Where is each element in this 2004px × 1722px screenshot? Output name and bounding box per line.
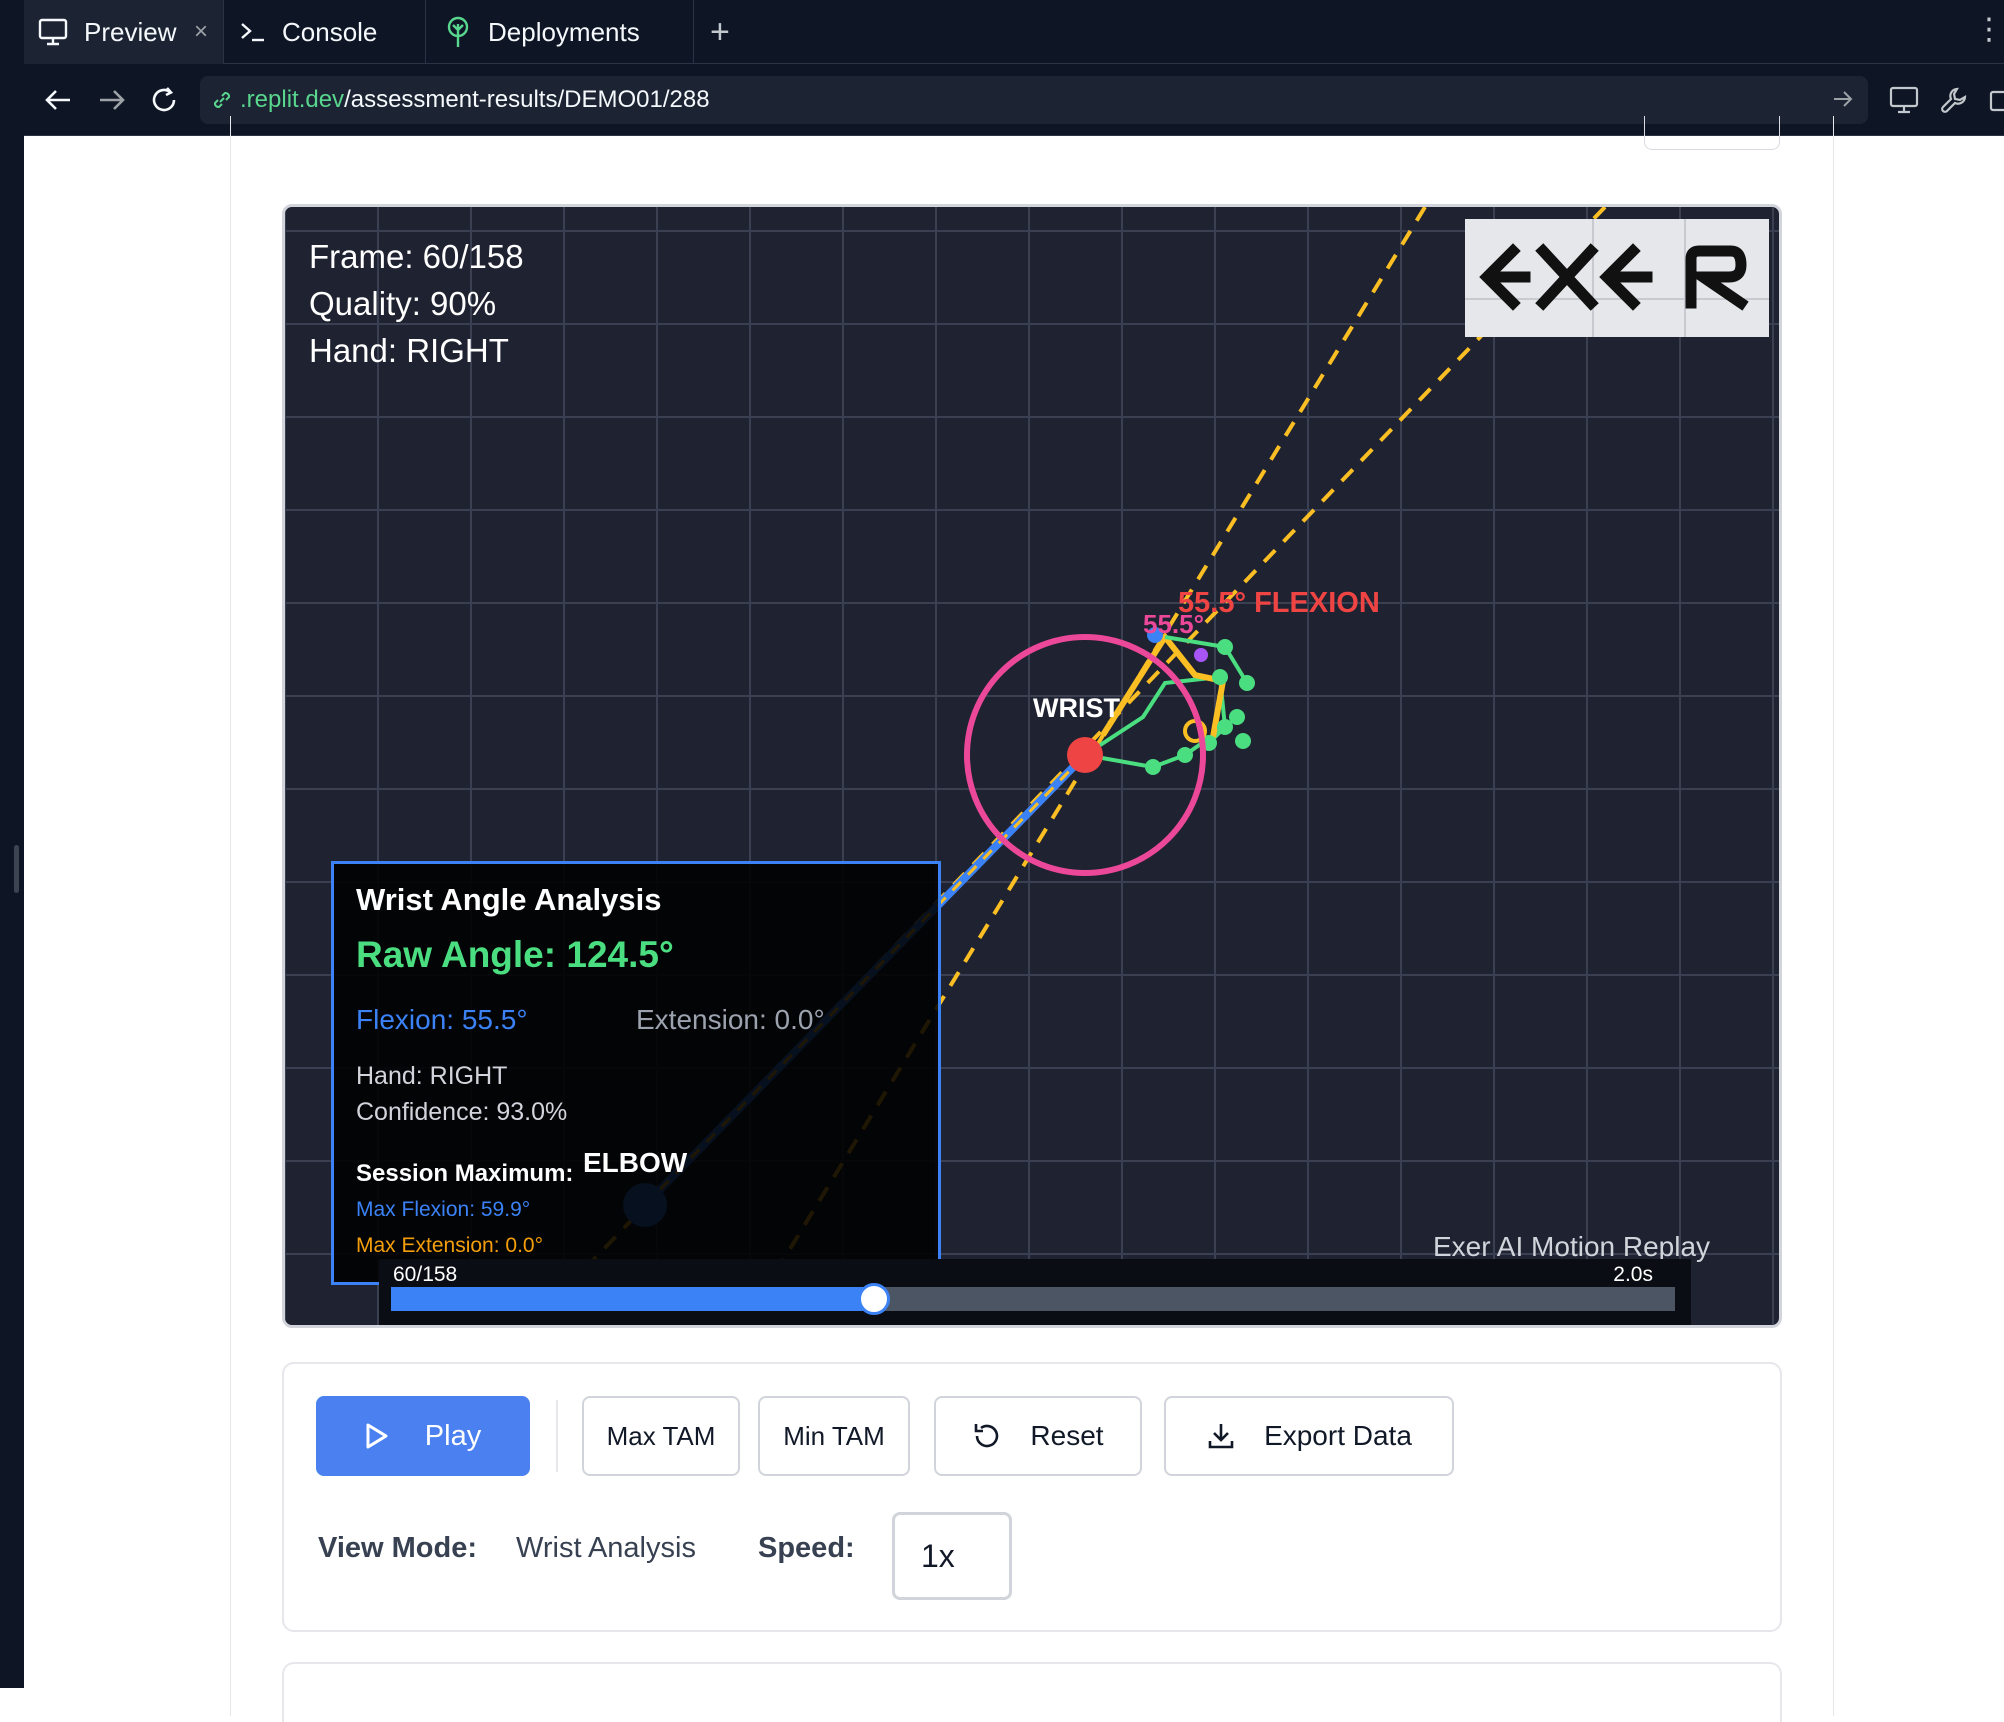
max-tam-button[interactable]: Max TAM <box>582 1396 740 1476</box>
timeline-thumb[interactable] <box>857 1283 890 1315</box>
analysis-hand: Hand: RIGHT <box>356 1062 508 1090</box>
speed-label: Speed: <box>758 1532 855 1564</box>
play-icon <box>365 1422 389 1450</box>
header-button[interactable] <box>1644 116 1780 150</box>
download-icon <box>1206 1421 1236 1451</box>
tab-deployments[interactable]: Deployments <box>426 0 694 64</box>
tab-console[interactable]: Console <box>224 0 426 64</box>
scrubber-frame: 60/158 <box>393 1263 458 1286</box>
raw-angle: Raw Angle: 124.5° <box>356 934 674 975</box>
min-tam-button[interactable]: Min TAM <box>758 1396 910 1476</box>
playback-controls: Play Max TAM Min TAM Reset Export Data V… <box>282 1362 1782 1632</box>
forward-arrow-icon[interactable] <box>94 82 130 118</box>
wrist-label: WRIST <box>1033 693 1120 723</box>
hand-readout: Hand: RIGHT <box>309 332 509 369</box>
reset-button[interactable]: Reset <box>934 1396 1142 1476</box>
tab-preview-label: Preview <box>84 16 177 47</box>
scrubber-time: 2.0s <box>1613 1263 1653 1286</box>
back-arrow-icon[interactable] <box>40 82 76 118</box>
url-host: .replit.dev <box>240 86 345 113</box>
flexion-angle-marker: 55.5° <box>1143 609 1205 639</box>
view-mode-label: View Mode: <box>318 1532 477 1564</box>
play-label: Play <box>424 1419 482 1452</box>
page-content: Frame: 60/158 Quality: 90% Hand: RIGHT 5… <box>24 116 2004 1722</box>
timeline-scrubber[interactable]: 60/158 2.0s <box>379 1259 1691 1325</box>
elbow-label: ELBOW <box>583 1147 688 1178</box>
next-section-card <box>282 1662 1782 1722</box>
export-data-button[interactable]: Export Data <box>1164 1396 1454 1476</box>
url-path: /assessment-results/DEMO01/288 <box>344 86 710 113</box>
tab-preview[interactable]: Preview × <box>24 0 224 64</box>
analysis-title: Wrist Angle Analysis <box>356 882 662 917</box>
close-icon[interactable]: × <box>194 18 208 46</box>
quality-readout: Quality: 90% <box>309 285 497 322</box>
wrench-icon[interactable] <box>1936 82 1972 118</box>
flexion-angle-label: 55.5° FLEXION <box>1178 587 1380 619</box>
export-label: Export Data <box>1264 1420 1412 1451</box>
motion-replay-viewer[interactable]: Frame: 60/158 Quality: 90% Hand: RIGHT 5… <box>282 204 1782 1328</box>
max-flexion-value: Max Flexion: 59.9° <box>356 1198 531 1221</box>
frame-hud: Frame: 60/158 Quality: 90% Hand: RIGHT <box>309 233 524 374</box>
exer-logo <box>1465 219 1769 337</box>
speed-select[interactable]: 1x <box>892 1512 1012 1600</box>
deployments-icon <box>444 16 472 48</box>
panel-resize-handle[interactable] <box>14 845 19 893</box>
flexion-value: Flexion: 55.5° <box>356 1004 528 1035</box>
tab-bar: Preview × Console Deployments + ⋮ <box>24 0 2004 64</box>
reset-icon <box>972 1421 1002 1451</box>
tab-console-label: Console <box>282 16 378 47</box>
extension-value: Extension: 0.0° <box>636 1004 825 1035</box>
timeline-progress <box>391 1287 874 1311</box>
new-window-icon[interactable] <box>1982 82 2004 118</box>
terminal-icon <box>240 20 266 44</box>
more-icon[interactable]: ⋮ <box>1974 12 2004 47</box>
add-tab-button[interactable]: + <box>710 12 730 52</box>
wrist-point[interactable] <box>1067 737 1103 773</box>
max-extension-value: Max Extension: 0.0° <box>356 1234 543 1257</box>
reload-icon[interactable] <box>146 82 182 118</box>
ide-left-rail <box>0 0 24 1688</box>
frame-counter: Frame: 60/158 <box>309 238 524 275</box>
exer-logo-mark <box>1465 219 1769 337</box>
play-button[interactable]: Play <box>316 1396 530 1476</box>
tab-deployments-label: Deployments <box>488 16 640 47</box>
reset-label: Reset <box>1030 1420 1104 1451</box>
view-mode-value[interactable]: Wrist Analysis <box>516 1532 696 1565</box>
timeline-track[interactable] <box>391 1283 1675 1315</box>
session-maximum-heading: Session Maximum: <box>356 1160 574 1187</box>
devices-icon[interactable] <box>1886 82 1922 118</box>
link-icon <box>210 88 234 112</box>
monitor-icon <box>38 18 68 46</box>
controls-divider <box>556 1400 558 1472</box>
wrist-angle-analysis-panel: Wrist Angle Analysis Raw Angle: 124.5° F… <box>331 861 941 1285</box>
confidence-value: Confidence: 93.0% <box>356 1098 568 1126</box>
go-arrow-icon[interactable] <box>1832 88 1854 117</box>
